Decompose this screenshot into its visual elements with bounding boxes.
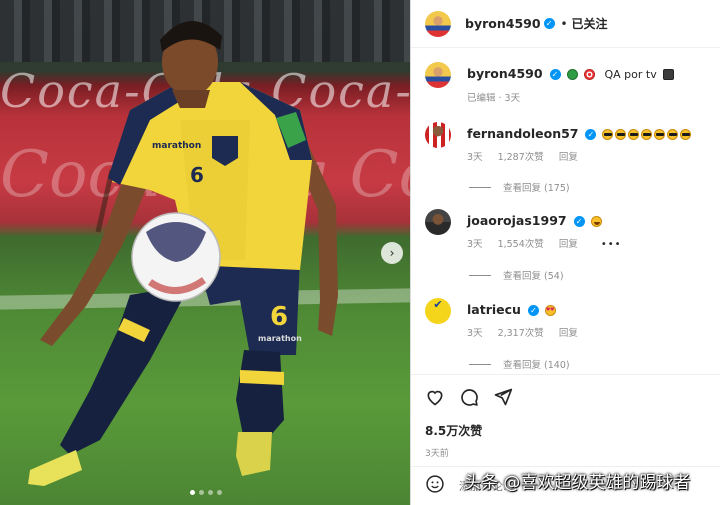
verified-icon: ✓ [527,305,539,316]
comment-likes[interactable]: 1,287次赞 [498,152,544,163]
comment-time: 3天 [467,239,483,250]
caption-author-username[interactable]: byron4590 [467,66,543,81]
comment-time: 3天 [467,328,483,339]
verified-icon: ✓ [543,18,555,29]
chevron-right-icon[interactable]: › [381,242,403,264]
author-username[interactable]: byron4590 [465,16,541,31]
verified-icon: ✓ [585,129,597,140]
sunglasses-emoji-icon [600,126,692,141]
comment-likes[interactable]: 1,554次赞 [498,239,544,250]
replies-divider [469,274,491,276]
reply-button[interactable]: 回复 [559,239,578,250]
tv-emoji-icon [662,69,674,80]
shorts-sponsor: marathon [258,334,302,343]
follow-status-label: 已关注 [571,17,608,31]
reply-button[interactable]: 回复 [559,152,578,163]
heart-eyes-emoji-icon [544,305,556,316]
reply-button[interactable]: 回复 [559,328,578,339]
share-icon[interactable] [493,387,513,407]
caption-author-avatar[interactable] [425,62,451,88]
target-emoji-icon [583,69,595,80]
more-options-icon[interactable]: ••• [601,239,622,250]
post-date: 3天前 [425,449,449,459]
comment-likes[interactable]: 2,317次赞 [498,328,544,339]
post-photo[interactable]: Coca‑Cola Coca‑Cola Coca‑Cola Coca [0,0,410,505]
view-replies-button[interactable]: 查看回复 (175) [469,180,570,194]
commenter-avatar[interactable] [425,122,451,148]
verified-icon: ✓ [573,216,585,227]
post-actions: 8.5万次赞 3天前 [411,374,720,459]
commenter-avatar[interactable]: ✔ [425,298,451,324]
comment-icon[interactable] [459,387,479,407]
comment-item: ✔ latriecu ✓ 3天 2,317次赞 回复 [425,298,590,339]
post-caption: byron4590 ✓ QA por tv 已编辑 · 3天 [425,62,674,104]
commenter-avatar[interactable] [425,209,451,235]
likes-count[interactable]: 8.5万次赞 [425,422,707,439]
player-figure [28,20,338,486]
commenter-username[interactable]: joaorojas1997 [467,213,567,228]
follow-status[interactable]: • 已关注 [561,15,608,32]
carousel-dot [217,490,222,495]
carousel-dot [199,490,204,495]
carousel-dots [190,490,222,495]
emoji-icon[interactable] [425,474,445,498]
commenter-username[interactable]: fernandoleon57 [467,126,579,141]
view-replies-button[interactable]: 查看回复 (140) [469,357,570,371]
post-side-panel: byron4590 ✓ • 已关注 byron4590 ✓ QA por tv … [410,0,720,505]
post-header: byron4590 ✓ • 已关注 [411,0,720,48]
flag-emoji-icon [566,69,578,80]
commenter-username[interactable]: latriecu [467,302,521,317]
comment-item: fernandoleon57 ✓ 3天 1,287次赞 回复 [425,122,692,163]
view-replies-label: 查看回复 (54) [503,271,564,282]
jersey-number-front: 6 [190,163,204,187]
laughing-emoji-icon [590,216,602,227]
verified-icon: ✓ [549,69,561,80]
watermark: 头条 @喜欢超级英雄的踢球者 [464,473,691,493]
author-avatar[interactable] [425,10,451,37]
view-replies-label: 查看回复 (140) [503,360,570,371]
caption-meta: 已编辑 · 3天 [467,93,521,104]
view-replies-label: 查看回复 (175) [503,183,570,194]
view-replies-button[interactable]: 查看回复 (54) [469,268,564,282]
comment-item: joaorojas1997 ✓ 3天 1,554次赞 回复 ••• [425,209,634,250]
replies-divider [469,186,491,188]
jersey-sponsor: marathon [152,141,202,151]
jersey-number-shorts: 6 [270,302,289,332]
carousel-dot-active [190,490,195,495]
caption-text: QA por tv [604,68,657,81]
heart-icon[interactable] [425,387,445,407]
comment-time: 3天 [467,152,483,163]
replies-divider [469,363,491,365]
carousel-dot [208,490,213,495]
